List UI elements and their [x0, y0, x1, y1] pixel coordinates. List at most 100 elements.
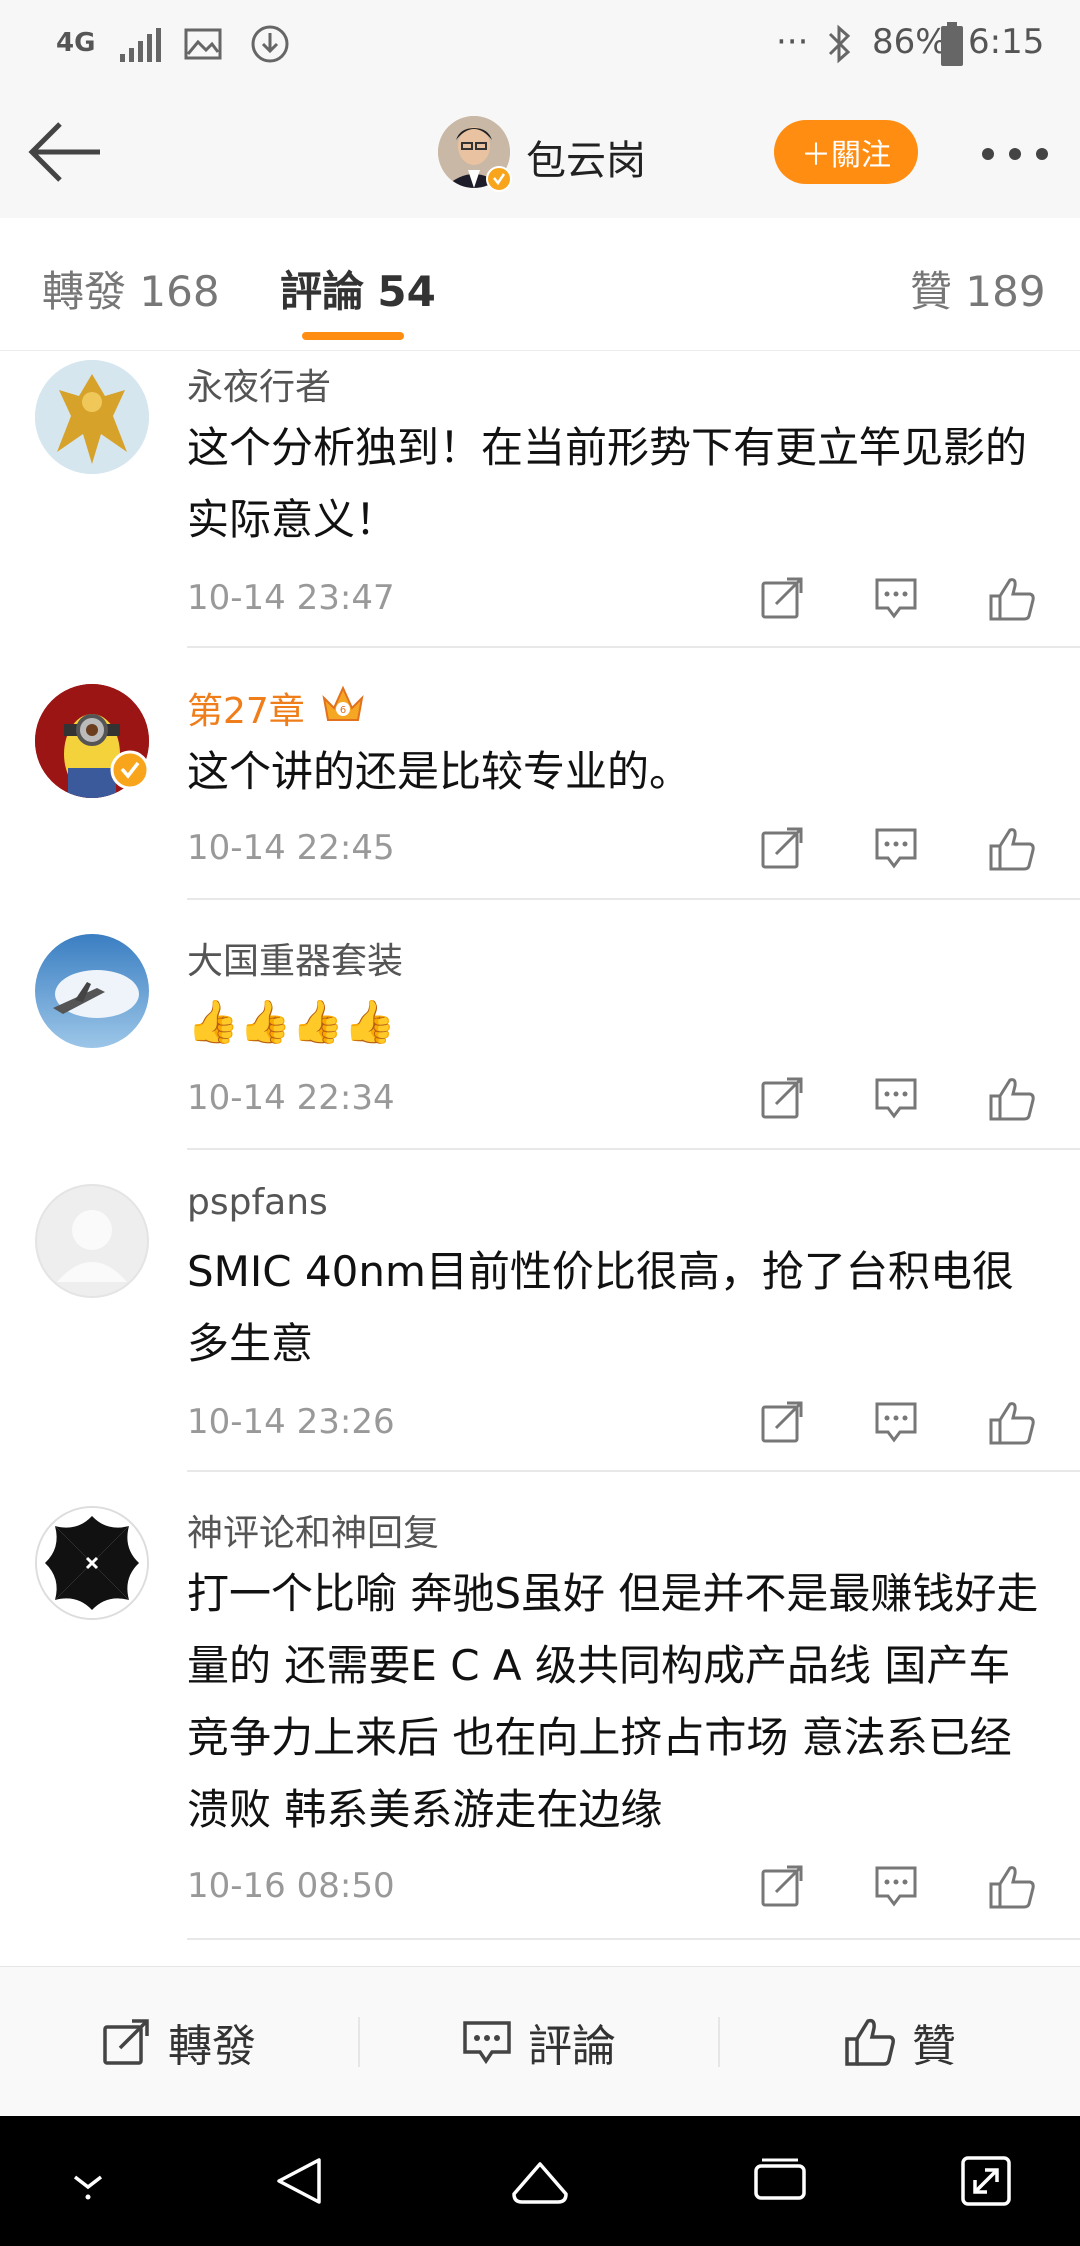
active-tab-indicator — [302, 332, 404, 340]
like-icon — [845, 2018, 895, 2066]
comment-icon[interactable] — [874, 1864, 918, 1912]
comment-text: SMIC 40nm目前性价比很高，抢了台积电很多生意 — [187, 1247, 1014, 1368]
comment-icon[interactable] — [874, 1076, 918, 1124]
comment-item[interactable]: 永夜行者 这个分析独到！在当前形势下有更立竿见影的实际意义！ 10-14 23:… — [0, 352, 1080, 648]
repost-icon[interactable] — [760, 1400, 804, 1448]
clock: 6:15 — [968, 22, 1045, 62]
like-icon[interactable] — [988, 1400, 1036, 1450]
image-icon — [184, 28, 222, 60]
comment-divider — [187, 1148, 1080, 1150]
verified-badge-icon — [486, 166, 512, 192]
repost-icon[interactable] — [760, 1864, 804, 1912]
tab-likes-label: 贊 — [910, 267, 953, 316]
repost-label: 轉發 — [168, 2021, 256, 2072]
comment-actions — [760, 1400, 1050, 1452]
comment-actions — [760, 1864, 1050, 1916]
comment-icon[interactable] — [874, 576, 918, 624]
bottom-action-bar: 轉發 評論 贊 — [0, 1966, 1080, 2117]
vip-crown-icon: 6 — [322, 685, 364, 721]
comment-actions — [760, 826, 1050, 878]
comment-icon — [463, 2021, 511, 2065]
comment-username[interactable]: 永夜行者 — [187, 358, 331, 410]
nav-home-button[interactable] — [480, 2116, 600, 2246]
comment-icon[interactable] — [874, 826, 918, 874]
tab-reposts[interactable]: 轉發 168 — [42, 258, 220, 319]
comment-label: 評論 — [528, 2021, 616, 2072]
tab-likes[interactable]: 贊 189 — [910, 258, 1046, 319]
nav-back-button[interactable] — [240, 2116, 360, 2246]
repost-icon — [103, 2019, 149, 2065]
comment-item[interactable]: pspfans SMIC 40nm目前性价比很高，抢了台积电很多生意 10-14… — [0, 1176, 1080, 1472]
comment-button[interactable]: 評論 — [360, 1967, 718, 2117]
tab-reposts-count: 168 — [139, 267, 220, 316]
comment-divider — [187, 1470, 1080, 1472]
download-icon — [251, 25, 289, 63]
repost-icon[interactable] — [760, 1076, 804, 1124]
tab-comments[interactable]: 評論 54 — [280, 258, 436, 319]
comment-actions — [760, 576, 1050, 628]
commenter-avatar[interactable] — [35, 1506, 149, 1620]
tab-comments-label: 評論 — [280, 267, 365, 316]
nav-hide-keyboard-button[interactable] — [28, 2116, 148, 2246]
comment-username[interactable]: 神评论和神回复 — [187, 1504, 439, 1556]
comment-divider — [187, 646, 1080, 648]
commenter-avatar[interactable] — [35, 1184, 149, 1298]
comment-username[interactable]: 大国重器套装 — [187, 932, 403, 984]
battery-percent: 86% — [872, 22, 948, 62]
comment-item[interactable]: 第27章 6 这个讲的还是比较专业的。 10-14 22:45 — [0, 676, 1080, 900]
comment-divider — [187, 1938, 1080, 1940]
expand-icon — [961, 2156, 1011, 2206]
recents-icon — [754, 2158, 806, 2200]
system-nav-bar — [0, 2116, 1080, 2246]
comment-time: 10-14 22:45 — [187, 828, 395, 868]
bluetooth-icon — [828, 24, 851, 64]
verified-badge-icon — [110, 750, 150, 790]
back-triangle-icon — [277, 2158, 321, 2204]
signal-icon — [120, 28, 161, 62]
tab-reposts-label: 轉發 — [42, 267, 127, 316]
back-arrow-icon[interactable] — [28, 120, 104, 184]
profile-name[interactable]: 包云岗 — [526, 128, 646, 186]
battery-icon — [941, 22, 963, 66]
chevron-down-icon — [73, 2175, 103, 2200]
comment-actions — [760, 1076, 1050, 1128]
comment-username[interactable]: pspfans — [187, 1182, 328, 1223]
tab-comments-count: 54 — [377, 267, 436, 316]
nav-fullscreen-button[interactable] — [926, 2116, 1046, 2246]
commenter-avatar[interactable] — [35, 360, 149, 474]
repost-icon[interactable] — [760, 826, 804, 874]
follow-button[interactable]: ＋關注 — [774, 120, 918, 184]
comment-time: 10-14 23:47 — [187, 578, 395, 618]
more-dots: ··· — [776, 22, 809, 62]
comment-text: 这个讲的还是比较专业的。 — [187, 747, 692, 796]
repost-button[interactable]: 轉發 — [0, 1967, 358, 2117]
more-options-icon[interactable] — [980, 146, 1050, 162]
svg-text:6: 6 — [340, 705, 346, 716]
like-label: 贊 — [912, 2021, 956, 2072]
comment-username[interactable]: 第27章 — [187, 682, 305, 734]
comment-time: 10-14 23:26 — [187, 1402, 395, 1442]
tab-likes-count: 189 — [965, 267, 1046, 316]
comment-text: 这个分析独到！在当前形势下有更立竿见影的实际意义！ — [187, 423, 1028, 544]
network-type: 4G — [56, 28, 96, 58]
home-icon — [512, 2162, 568, 2204]
repost-icon[interactable] — [760, 576, 804, 624]
comment-item[interactable]: 神评论和神回复 打一个比喻 奔驰S虽好 但是并不是最赚钱好走量的 还需要E C … — [0, 1498, 1080, 1940]
comment-time: 10-14 22:34 — [187, 1078, 395, 1118]
like-icon[interactable] — [988, 1076, 1036, 1126]
comment-divider — [187, 898, 1080, 900]
comment-text: 👍👍👍👍 — [187, 997, 397, 1046]
like-button[interactable]: 贊 — [720, 1967, 1080, 2117]
comment-icon[interactable] — [874, 1400, 918, 1448]
comment-item[interactable]: 大国重器套装 👍👍👍👍 10-14 22:34 — [0, 926, 1080, 1150]
like-icon[interactable] — [988, 1864, 1036, 1914]
commenter-avatar[interactable] — [35, 934, 149, 1048]
like-icon[interactable] — [988, 826, 1036, 876]
header: 包云岗 ＋關注 — [0, 90, 1080, 219]
like-icon[interactable] — [988, 576, 1036, 626]
nav-recents-button[interactable] — [720, 2116, 840, 2246]
status-bar: 4G ··· 86% 6:15 — [0, 0, 1080, 90]
comment-time: 10-16 08:50 — [187, 1866, 395, 1906]
tab-bar: 轉發 168 評論 54 贊 189 — [0, 218, 1080, 351]
comment-text: 打一个比喻 奔驰S虽好 但是并不是最赚钱好走量的 还需要E C A 级共同构成产… — [187, 1569, 1039, 1834]
